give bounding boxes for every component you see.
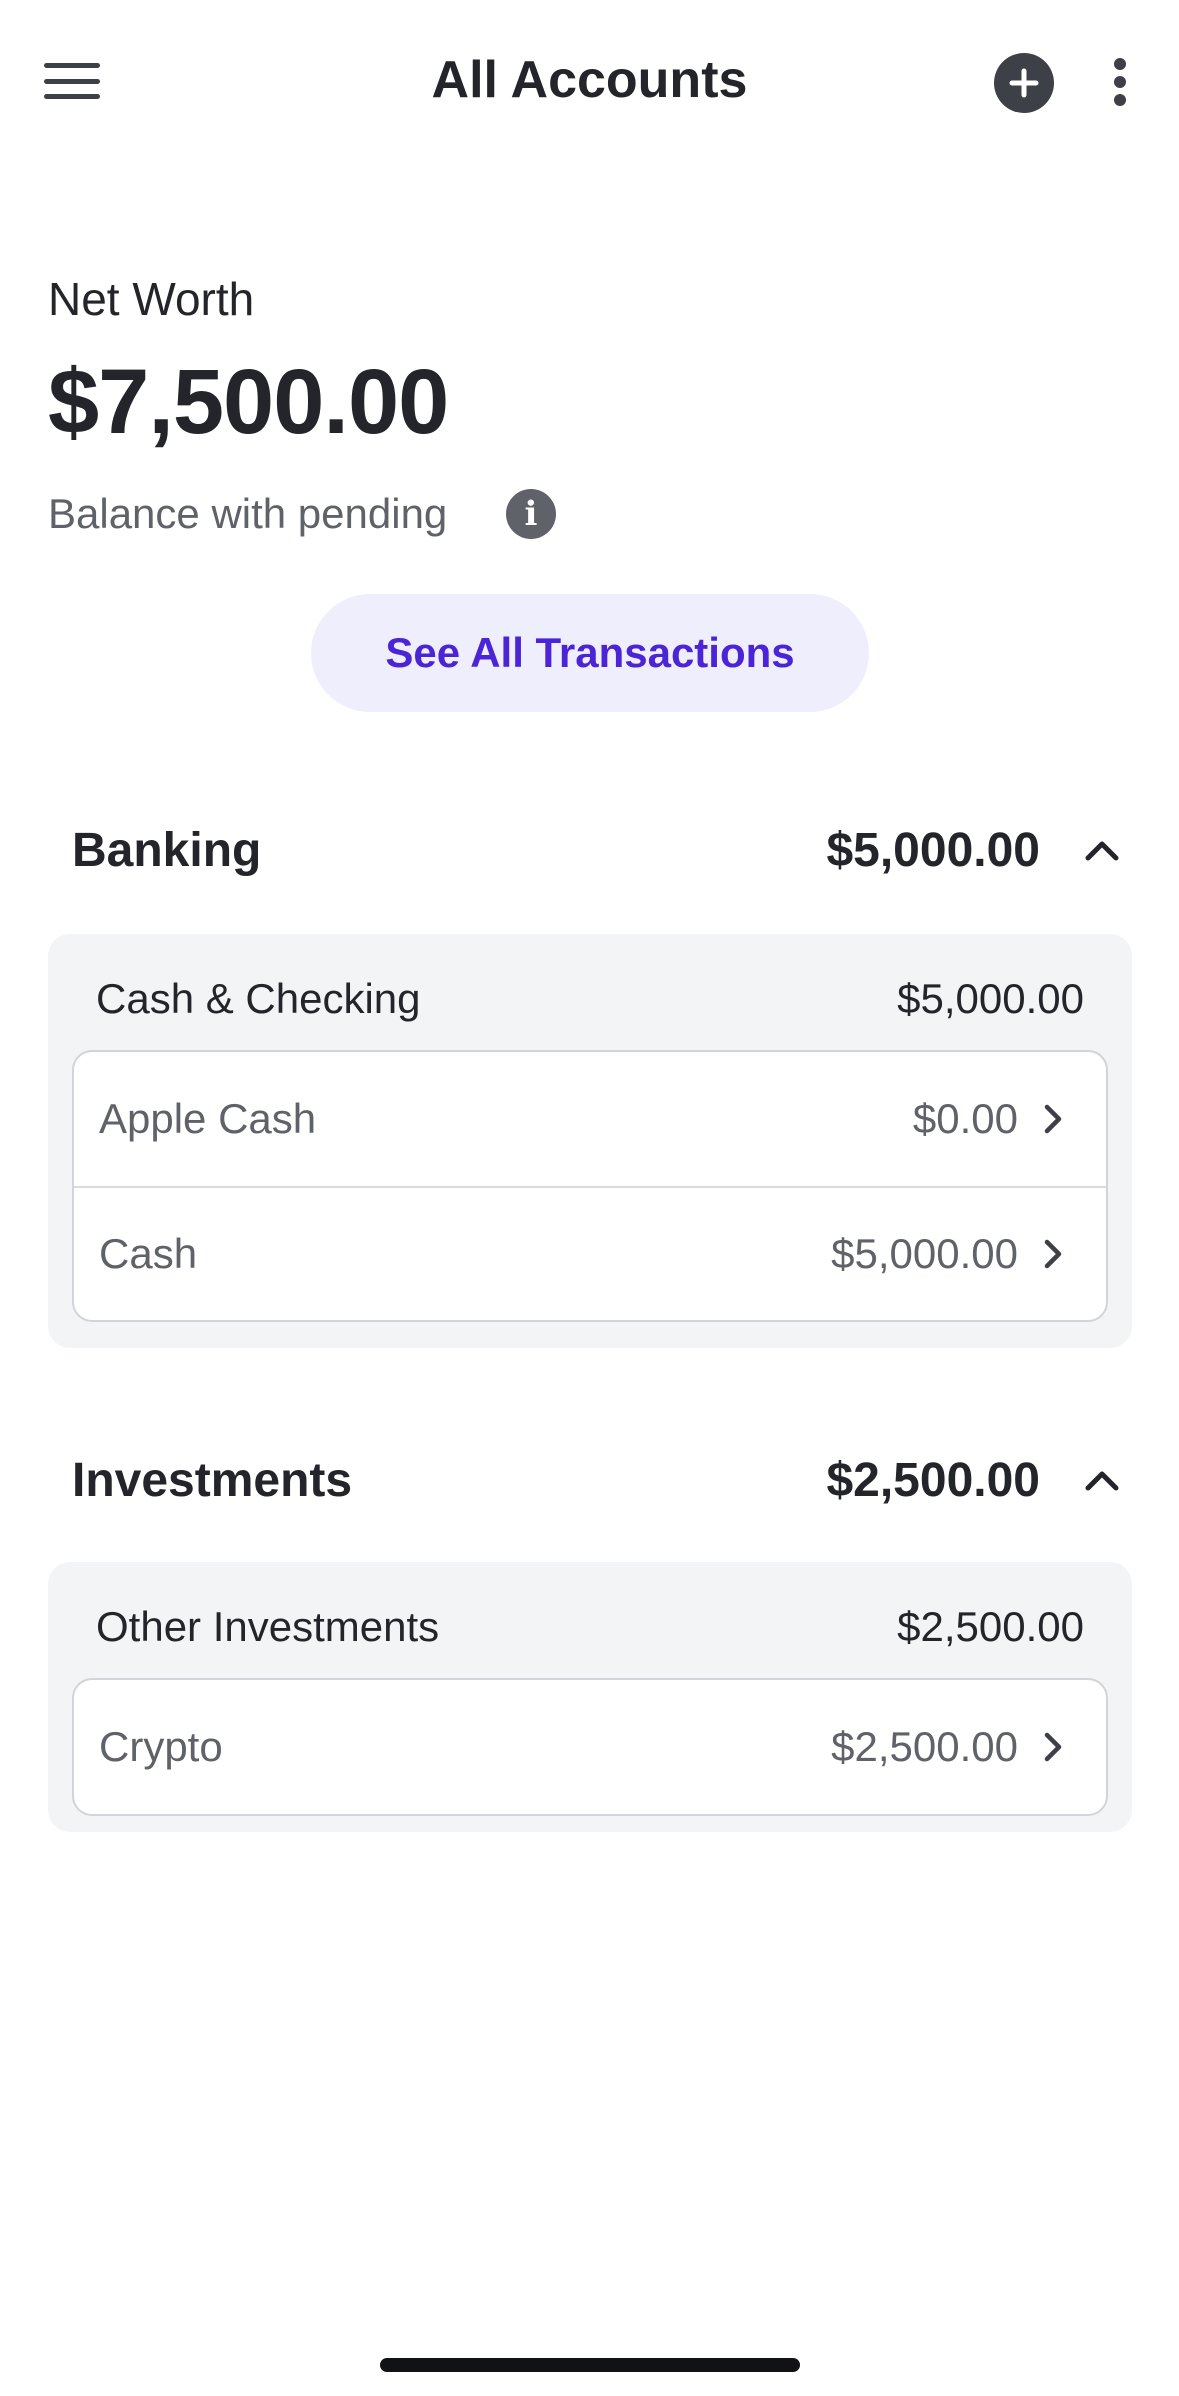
subgroup-total: $5,000.00 bbox=[897, 975, 1084, 1022]
account-name: Apple Cash bbox=[99, 1095, 317, 1142]
chevron-right-icon bbox=[1044, 1732, 1062, 1762]
subgroup-header: Cash & Checking $5,000.00 bbox=[96, 969, 1084, 1029]
see-all-transactions-button[interactable]: See All Transactions bbox=[311, 594, 869, 712]
group-name: Banking bbox=[72, 823, 262, 877]
chevron-right-icon bbox=[1044, 1239, 1062, 1269]
chevron-right-icon bbox=[1044, 1104, 1062, 1134]
top-app-bar: All Accounts bbox=[0, 0, 1179, 165]
balance-with-pending-label: Balance with pending bbox=[48, 490, 448, 537]
account-row-apple-cash[interactable]: Apple Cash $0.00 bbox=[74, 1052, 1106, 1186]
chevron-up-icon[interactable] bbox=[1082, 830, 1122, 870]
accounts-card: Apple Cash $0.00 Cash $5,000.00 bbox=[72, 1050, 1108, 1322]
group-header-banking[interactable]: Banking $5,000.00 bbox=[72, 810, 1122, 890]
subgroup-header: Other Investments $2,500.00 bbox=[96, 1597, 1084, 1657]
account-amount: $0.00 bbox=[912, 1095, 1018, 1142]
info-icon[interactable]: i bbox=[506, 489, 556, 539]
subgroup-name: Cash & Checking bbox=[96, 975, 421, 1022]
subgroup-name: Other Investments bbox=[96, 1603, 440, 1650]
home-indicator bbox=[380, 2358, 800, 2372]
account-row-cash[interactable]: Cash $5,000.00 bbox=[74, 1186, 1106, 1320]
group-header-investments[interactable]: Investments $2,500.00 bbox=[72, 1440, 1122, 1520]
add-account-button[interactable] bbox=[994, 53, 1054, 113]
group-name: Investments bbox=[72, 1453, 353, 1507]
chevron-up-icon[interactable] bbox=[1082, 1460, 1122, 1500]
account-amount: $2,500.00 bbox=[831, 1723, 1018, 1770]
plus-circle-icon bbox=[1009, 68, 1039, 98]
account-row-crypto[interactable]: Crypto $2,500.00 bbox=[74, 1680, 1106, 1814]
net-worth-label: Net Worth bbox=[48, 273, 255, 325]
more-vertical-icon[interactable] bbox=[1100, 52, 1140, 112]
group-total: $5,000.00 bbox=[826, 823, 1040, 877]
account-name: Cash bbox=[99, 1230, 198, 1277]
subgroup-panel-cash-checking: Cash & Checking $5,000.00 Apple Cash $0.… bbox=[48, 934, 1132, 1348]
subgroup-total: $2,500.00 bbox=[897, 1603, 1084, 1650]
account-name: Crypto bbox=[99, 1723, 223, 1770]
net-worth-value: $7,500.00 bbox=[48, 351, 449, 453]
account-amount: $5,000.00 bbox=[831, 1230, 1018, 1277]
accounts-card: Crypto $2,500.00 bbox=[72, 1678, 1108, 1816]
group-total: $2,500.00 bbox=[826, 1453, 1040, 1507]
subgroup-panel-other-investments: Other Investments $2,500.00 Crypto $2,50… bbox=[48, 1562, 1132, 1832]
